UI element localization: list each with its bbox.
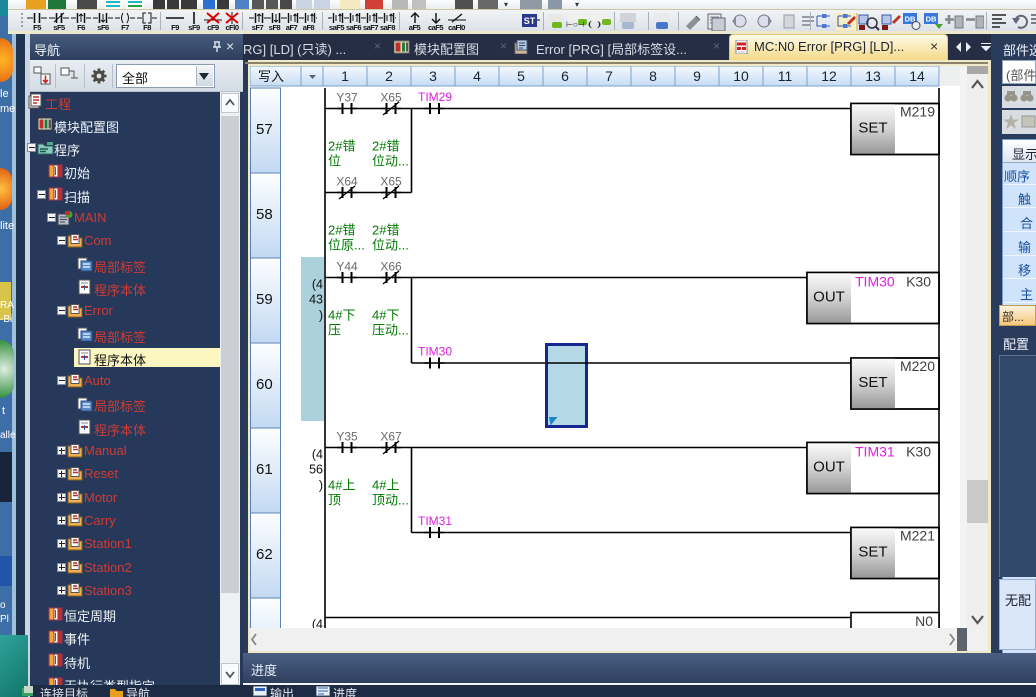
svg-text:8: 8 — [649, 68, 657, 84]
svg-text:位动...: 位动... — [372, 154, 409, 169]
svg-text:顶动...: 顶动... — [372, 493, 409, 508]
svg-text:6: 6 — [561, 68, 569, 84]
svg-text:X66: X66 — [380, 260, 402, 274]
svg-text:X64: X64 — [336, 175, 358, 189]
svg-text:K30: K30 — [906, 444, 931, 460]
svg-text:(4: (4 — [312, 278, 323, 292]
svg-text:12: 12 — [821, 68, 837, 84]
svg-text:SET: SET — [858, 374, 887, 391]
svg-text:X65: X65 — [380, 175, 402, 189]
svg-text:写入: 写入 — [258, 69, 284, 84]
svg-text:4#下: 4#下 — [372, 308, 399, 323]
svg-text:M220: M220 — [900, 358, 935, 374]
svg-text:N0: N0 — [915, 613, 933, 629]
svg-text:43: 43 — [309, 293, 323, 307]
svg-text:TIM29: TIM29 — [418, 90, 452, 104]
svg-text:压动...: 压动... — [372, 323, 409, 338]
svg-text:ST: ST — [524, 16, 536, 26]
svg-text:2#错: 2#错 — [372, 223, 399, 238]
svg-text:62: 62 — [256, 546, 273, 563]
svg-text:顶: 顶 — [328, 493, 341, 508]
svg-text:TIM31: TIM31 — [855, 444, 895, 460]
svg-text:56: 56 — [309, 463, 323, 477]
svg-text:58: 58 — [256, 206, 273, 223]
svg-text:SET: SET — [858, 120, 887, 137]
svg-text:57: 57 — [256, 121, 273, 138]
svg-text:2#错: 2#错 — [328, 139, 355, 154]
svg-text:TIM30: TIM30 — [418, 345, 452, 359]
svg-text:60: 60 — [256, 376, 273, 393]
svg-text:M219: M219 — [900, 104, 935, 120]
svg-text:X67: X67 — [380, 430, 402, 444]
svg-text:2#错: 2#错 — [328, 223, 355, 238]
svg-text:SET: SET — [858, 544, 887, 561]
svg-text:): ) — [319, 309, 323, 323]
svg-text:TIM30: TIM30 — [855, 274, 895, 290]
svg-text:M221: M221 — [900, 528, 935, 544]
svg-text:1: 1 — [341, 68, 349, 84]
svg-text:61: 61 — [256, 461, 273, 478]
svg-text:14: 14 — [909, 68, 925, 84]
svg-text:(4: (4 — [312, 448, 323, 462]
svg-text:7: 7 — [605, 68, 613, 84]
svg-text:4: 4 — [473, 68, 481, 84]
svg-text:): ) — [319, 479, 323, 493]
svg-text:X65: X65 — [380, 91, 402, 105]
svg-text:9: 9 — [693, 68, 701, 84]
svg-text:压: 压 — [328, 323, 341, 338]
svg-text:11: 11 — [778, 68, 793, 84]
svg-text:10: 10 — [733, 68, 749, 84]
svg-text:Y37: Y37 — [336, 91, 358, 105]
svg-text:DB: DB — [926, 15, 937, 24]
svg-text:Y35: Y35 — [336, 430, 358, 444]
svg-text:4#上: 4#上 — [328, 478, 355, 493]
svg-text:13: 13 — [865, 68, 881, 84]
svg-text:2: 2 — [385, 68, 393, 84]
svg-text:Y44: Y44 — [336, 260, 358, 274]
svg-text:5: 5 — [517, 68, 525, 84]
svg-text:位原...: 位原... — [328, 238, 365, 253]
svg-text:K30: K30 — [906, 274, 931, 290]
svg-text:4#下: 4#下 — [328, 308, 355, 323]
svg-text:3: 3 — [429, 68, 437, 84]
svg-text:TIM31: TIM31 — [418, 514, 452, 528]
svg-text:2#错: 2#错 — [372, 139, 399, 154]
svg-text:4#上: 4#上 — [372, 478, 399, 493]
svg-text:位动...: 位动... — [372, 238, 409, 253]
svg-text:OUT: OUT — [813, 459, 845, 476]
svg-text:位: 位 — [328, 154, 341, 169]
svg-text:OUT: OUT — [813, 289, 845, 306]
svg-text:59: 59 — [256, 291, 273, 308]
